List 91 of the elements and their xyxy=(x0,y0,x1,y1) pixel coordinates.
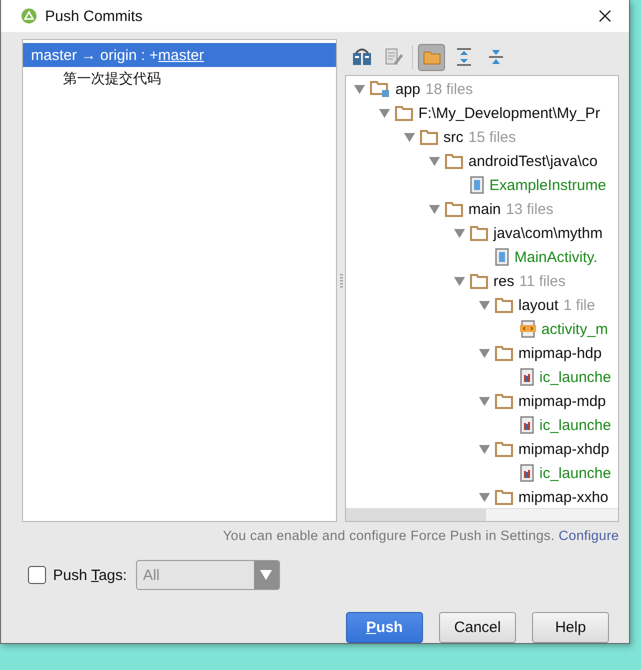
commit-row[interactable]: 第一次提交代码 xyxy=(23,67,336,91)
expand-arrow-icon[interactable] xyxy=(479,444,490,454)
expand-arrow-icon[interactable] xyxy=(479,300,490,310)
file-name: ic_launche xyxy=(539,464,612,482)
folder-icon xyxy=(420,130,438,144)
folder-icon xyxy=(495,346,514,360)
file-count: 15 files xyxy=(468,128,516,146)
file-name: F:\My_Development\My_Pr xyxy=(418,104,600,122)
tree-row[interactable]: ic_launche xyxy=(346,413,618,437)
file-name: ic_launche xyxy=(539,368,612,386)
dialog-button[interactable]: Cancel xyxy=(439,612,516,643)
horizontal-scrollbar[interactable] xyxy=(346,508,618,521)
image-file-icon xyxy=(520,368,534,386)
file-count: 13 files xyxy=(506,200,554,218)
target-branch-link[interactable]: master xyxy=(158,46,204,64)
edit-icon xyxy=(384,48,403,66)
file-name: src xyxy=(443,128,464,146)
expand-arrow-icon[interactable] xyxy=(379,108,390,118)
module-folder-icon xyxy=(370,80,390,98)
tree-row[interactable]: app 18 files xyxy=(346,77,618,101)
tree-row[interactable]: java\com\mythm xyxy=(346,221,618,245)
folder-icon xyxy=(495,298,514,312)
tree-row[interactable]: MainActivity. xyxy=(346,245,618,269)
expand-arrow-icon[interactable] xyxy=(429,204,440,214)
file-name: mipmap-mdp xyxy=(518,392,606,410)
file-name: res xyxy=(493,272,514,290)
file-count: 11 files xyxy=(519,272,566,290)
diff-icon xyxy=(352,48,372,66)
android-icon xyxy=(21,8,37,24)
file-count: 18 files xyxy=(425,80,473,98)
tree-row[interactable]: ExampleInstrume xyxy=(346,173,618,197)
xml-file-icon xyxy=(520,320,536,338)
java-file-icon xyxy=(470,176,484,194)
tree-row[interactable]: ic_launche xyxy=(346,365,618,389)
tree-row[interactable]: androidTest\java\co xyxy=(346,149,618,173)
force-push-note: You can enable and configure Force Push in Settings. xyxy=(222,528,556,543)
dropdown-arrow-icon xyxy=(260,570,272,580)
file-name: app xyxy=(395,80,420,98)
configure-link[interactable]: Configure xyxy=(558,528,619,543)
tree-row[interactable]: mipmap-hdp xyxy=(346,341,618,365)
expand-arrow-icon[interactable] xyxy=(454,228,466,238)
branch-label: master → origin : +master xyxy=(31,46,204,64)
tree-row[interactable]: layout 1 file xyxy=(346,293,618,317)
tree-row[interactable]: main 13 files xyxy=(346,197,618,221)
tree-row[interactable]: res 11 files xyxy=(346,269,618,293)
file-name: main xyxy=(468,200,501,218)
window-title: Push Commits xyxy=(45,8,144,24)
file-name: MainActivity. xyxy=(514,248,598,266)
expand-arrow-icon[interactable] xyxy=(354,84,366,94)
image-file-icon xyxy=(520,464,534,482)
dialog-button[interactable]: Help xyxy=(532,612,609,643)
file-name: activity_m xyxy=(541,320,608,338)
tree-row[interactable]: mipmap-xxho xyxy=(346,485,618,508)
folder-icon xyxy=(495,394,514,408)
folder-icon xyxy=(495,442,514,456)
file-count: 1 file xyxy=(563,296,596,314)
tree-row[interactable]: mipmap-mdp xyxy=(346,389,618,413)
expand-all-icon xyxy=(456,48,472,66)
folder-icon xyxy=(422,49,441,65)
tree-row[interactable]: activity_m xyxy=(346,317,618,341)
expand-arrow-icon[interactable] xyxy=(404,132,416,142)
collapse-all-icon xyxy=(488,48,504,66)
folder-icon xyxy=(470,274,488,288)
file-name: java\com\mythm xyxy=(493,224,603,242)
file-name: mipmap-hdp xyxy=(518,344,602,362)
expand-arrow-icon[interactable] xyxy=(429,156,440,166)
branch-row[interactable]: master → origin : +master xyxy=(23,43,336,67)
expand-arrow-icon[interactable] xyxy=(454,276,466,286)
tree-row[interactable]: mipmap-xhdp xyxy=(346,437,618,461)
folder-icon xyxy=(470,226,488,240)
file-name: ic_launche xyxy=(539,416,612,434)
folder-icon xyxy=(495,490,514,504)
tree-row[interactable]: ic_launche xyxy=(346,461,618,485)
expand-arrow-icon[interactable] xyxy=(479,492,490,502)
java-file-icon xyxy=(495,248,510,266)
expand-arrow-icon[interactable] xyxy=(479,348,490,358)
file-name: mipmap-xxho xyxy=(518,488,608,506)
expand-arrow-icon[interactable] xyxy=(479,396,490,406)
folder-icon xyxy=(395,106,414,120)
image-file-icon xyxy=(520,416,534,434)
splitter-grip-icon[interactable] xyxy=(340,274,343,288)
tree-row[interactable]: F:\My_Development\My_Pr xyxy=(346,101,618,125)
file-name: layout xyxy=(518,296,558,314)
tree-row[interactable]: src 15 files xyxy=(346,125,618,149)
file-name: androidTest\java\co xyxy=(468,152,598,170)
file-name: ExampleInstrume xyxy=(489,176,606,194)
folder-icon xyxy=(445,202,464,216)
push-tags-label: Push Tags: xyxy=(53,566,127,584)
folder-icon xyxy=(445,154,464,168)
dialog-button[interactable]: Push xyxy=(346,612,423,643)
file-name: mipmap-xhdp xyxy=(518,440,610,458)
